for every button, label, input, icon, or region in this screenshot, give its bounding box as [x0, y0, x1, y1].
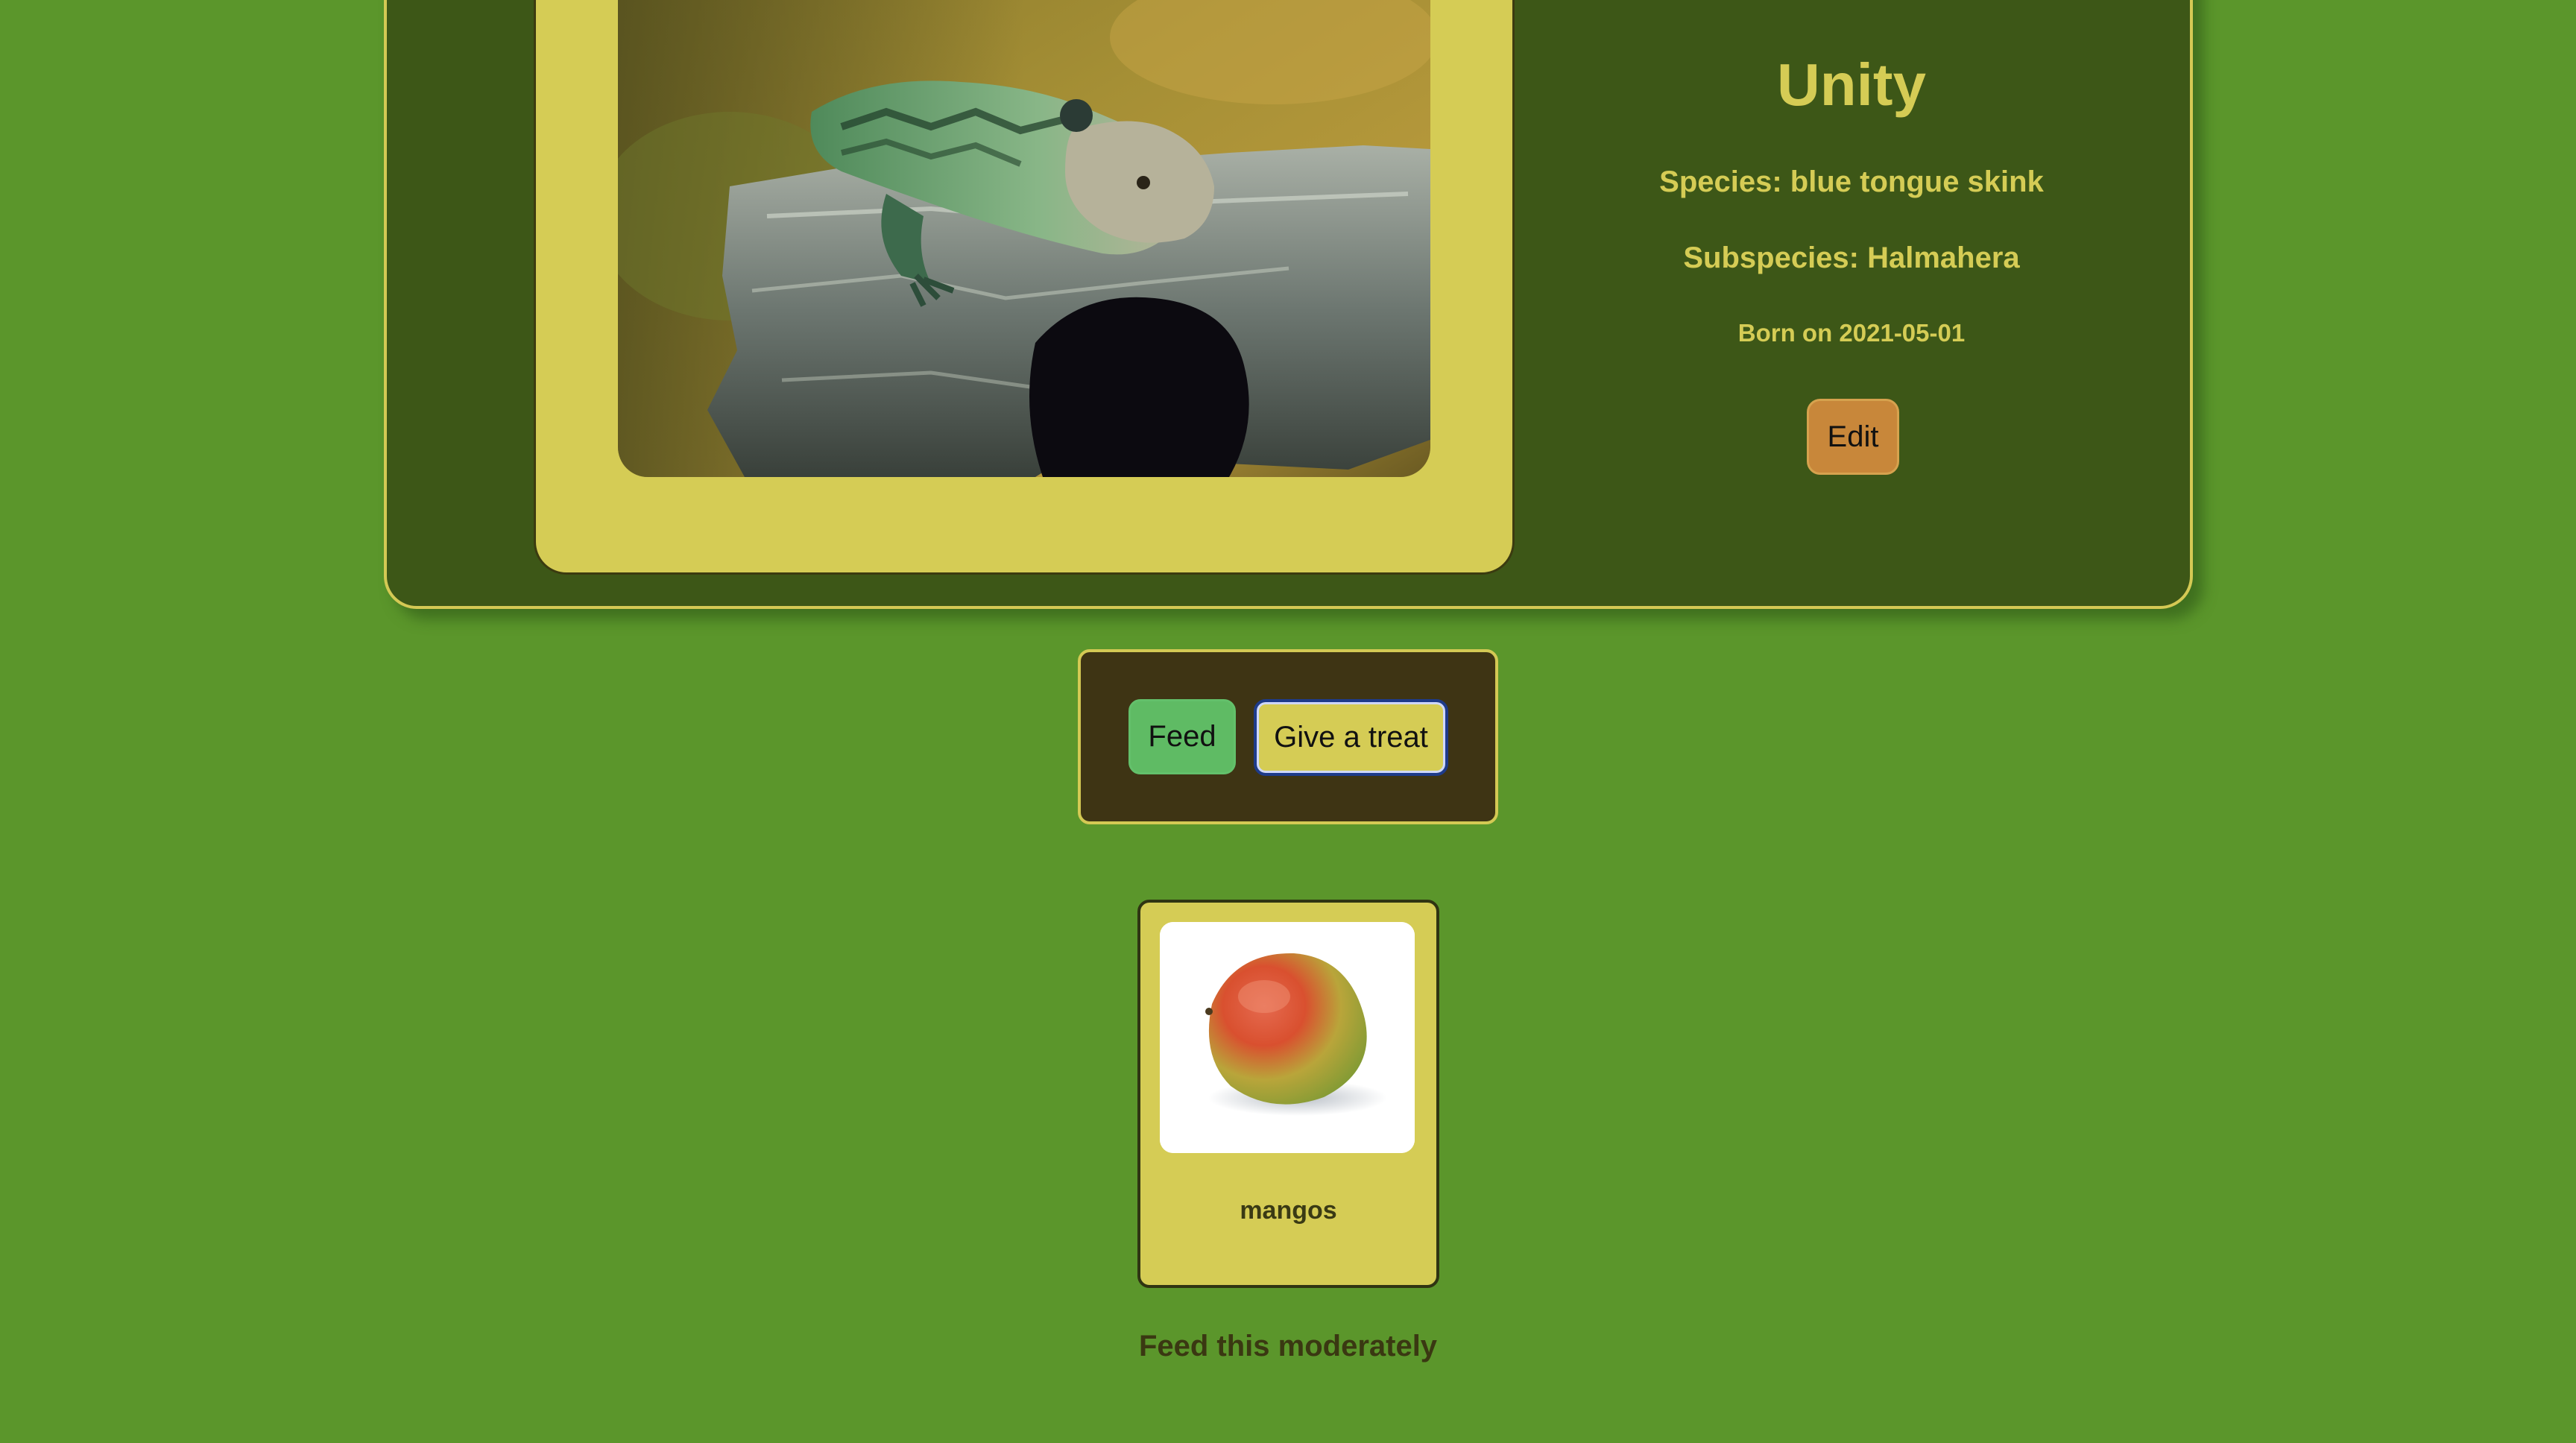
pet-species: Species: blue tongue skink [1659, 165, 2044, 198]
edit-button[interactable]: Edit [1807, 399, 1899, 475]
feed-note: Feed this moderately [1138, 1330, 1438, 1363]
pet-subspecies: Subspecies: Halmahera [1683, 241, 2020, 274]
feed-button[interactable]: Feed [1128, 699, 1236, 774]
give-treat-button[interactable]: Give a treat [1254, 699, 1448, 776]
pet-photo [618, 0, 1430, 477]
pet-name: Unity [1777, 51, 1926, 118]
mango-photo-icon [1160, 922, 1415, 1153]
food-image [1160, 922, 1415, 1153]
lizard-photo-icon [618, 0, 1430, 477]
pet-birth-date: Born on 2021-05-01 [1737, 319, 1966, 347]
food-name: mangos [1240, 1196, 1337, 1225]
